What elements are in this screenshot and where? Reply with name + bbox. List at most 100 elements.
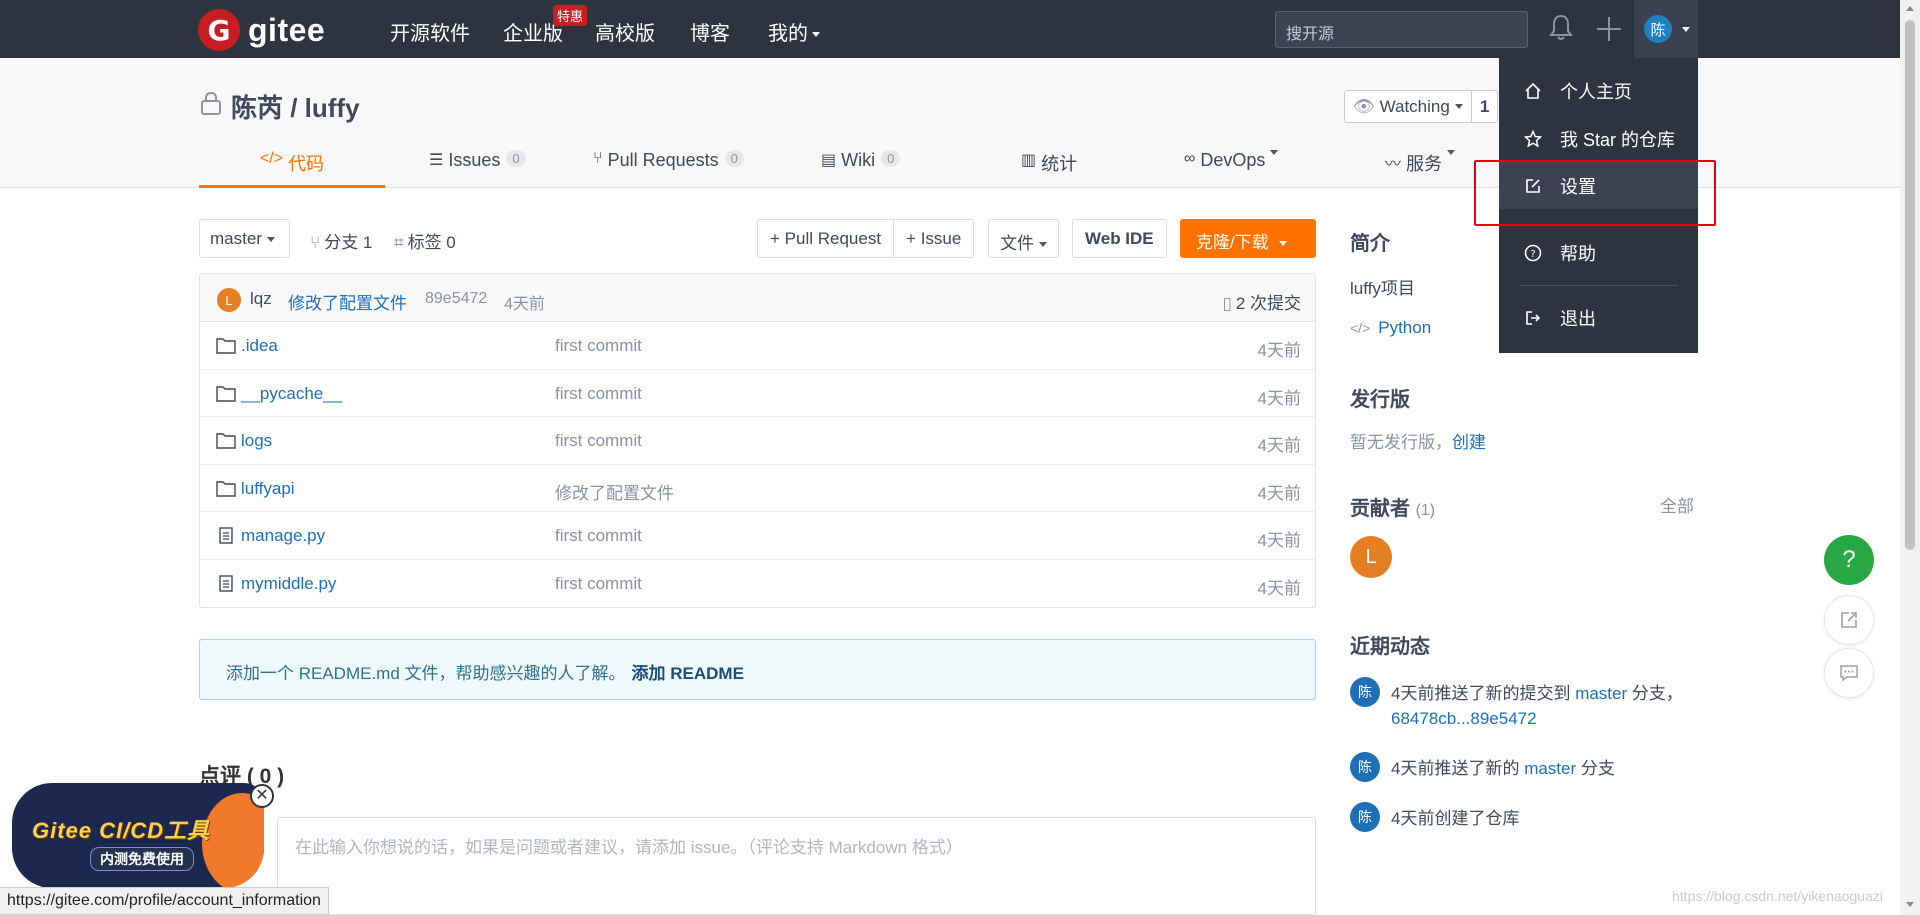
commit-count-link[interactable]: ▯ 2 次提交 (1222, 289, 1301, 314)
scroll-down-icon[interactable] (1906, 902, 1914, 907)
avatar[interactable]: L (217, 288, 241, 312)
branches-link[interactable]: ⑂ 分支 1 (310, 228, 372, 253)
scroll-up-icon[interactable] (1906, 6, 1914, 11)
search-input[interactable]: 搜开源 (1275, 11, 1528, 48)
tags-link[interactable]: ⌗ 标签 0 (394, 228, 456, 253)
watch-count[interactable]: 1 (1470, 91, 1497, 122)
contributors-all-link[interactable]: 全部 (1660, 492, 1694, 517)
commit-message[interactable]: 修改了配置文件 (288, 289, 407, 314)
intro-text: luffy项目 (1350, 279, 1415, 298)
activity-text: 分支 (1576, 759, 1615, 778)
tab-wiki[interactable]: ▤ Wiki 0 (821, 146, 901, 188)
ci-cd-promo-banner[interactable]: Gitee CI/CD工具 内测免费使用 (12, 783, 264, 888)
watermark: https://blog.csdn.net/yikenaoguazi (1672, 888, 1883, 904)
commit-author[interactable]: lqz (250, 289, 272, 309)
activity-item: 4天前创建了仓库 (1391, 806, 1711, 831)
scroll-thumb[interactable] (1905, 20, 1915, 550)
table-row[interactable]: logs first commit 4天前 (200, 417, 1315, 465)
file-time: 4天前 (1257, 578, 1301, 598)
avatar[interactable]: 陈 (1350, 677, 1380, 707)
table-row[interactable]: manage.py first commit 4天前 (200, 512, 1315, 560)
create-release-link[interactable]: 创建 (1452, 433, 1486, 452)
activity-text: 分支， (1627, 684, 1683, 703)
infinity-icon: ∞ (1184, 150, 1196, 167)
file-name[interactable]: manage.py (241, 526, 325, 546)
highlight-box (1474, 160, 1716, 226)
plus-icon[interactable] (1597, 17, 1621, 41)
nav-education[interactable]: 高校版 (595, 17, 655, 46)
repo-title[interactable]: 陈芮 / luffy (231, 88, 360, 125)
file-name[interactable]: logs (241, 431, 272, 451)
file-name[interactable]: .idea (241, 336, 278, 356)
file-commit-message[interactable]: first commit (555, 336, 642, 356)
comment-input[interactable]: 在此输入你想说的话，如果是问题或者建议，请添加 issue。（评论支持 Mark… (277, 817, 1316, 915)
new-issue-button[interactable]: + Issue (893, 220, 973, 257)
chevron-down-icon (1270, 150, 1279, 155)
branch-select[interactable]: master (199, 219, 290, 258)
tab-label: DevOps (1200, 150, 1266, 170)
clone-download-button[interactable]: 克隆/下载 (1180, 219, 1316, 258)
activity-branch-link[interactable]: master (1575, 684, 1627, 703)
menu-item-starred[interactable]: 我 Star 的仓库 (1499, 115, 1698, 162)
file-commit-message[interactable]: first commit (555, 384, 642, 404)
commit-hash[interactable]: 89e5472 (425, 290, 487, 308)
clone-label: 克隆/下载 (1196, 233, 1269, 252)
web-ide-button[interactable]: Web IDE (1072, 219, 1167, 258)
activity-text: 4天前推送了新的 (1391, 759, 1525, 778)
add-readme-link[interactable]: 添加 README (632, 664, 744, 683)
activity-compare-link[interactable]: 68478cb...89e5472 (1391, 709, 1537, 728)
nav-mine-dropdown[interactable]: 我的 (768, 17, 820, 46)
folder-icon (216, 338, 236, 354)
folder-icon (216, 481, 236, 497)
file-commit-message[interactable]: first commit (555, 526, 642, 546)
page-scrollbar[interactable] (1900, 0, 1920, 915)
new-pull-request-button[interactable]: + Pull Request (758, 220, 893, 257)
avatar[interactable]: L (1350, 536, 1392, 578)
gitee-logo-icon: G (198, 9, 240, 51)
tab-label: Issues (448, 150, 501, 170)
tab-code[interactable]: </> 代码 (199, 146, 385, 188)
file-time: 4天前 (1257, 531, 1301, 551)
user-menu-button[interactable]: 陈 (1634, 0, 1698, 58)
table-row[interactable]: mymiddle.py first commit 4天前 (200, 560, 1315, 608)
file-time: 4天前 (1257, 341, 1301, 360)
close-icon[interactable]: ✕ (250, 784, 274, 808)
tab-label: 代码 (288, 154, 325, 174)
watch-button[interactable]: 👁 Watching 1 (1344, 90, 1499, 123)
file-commit-message[interactable]: first commit (555, 574, 642, 594)
tab-stats[interactable]: ▥ 统计 (1021, 146, 1077, 188)
feedback-button[interactable] (1824, 648, 1874, 698)
file-menu-button[interactable]: 文件 (988, 219, 1059, 258)
avatar[interactable]: 陈 (1350, 802, 1380, 832)
table-row[interactable]: luffyapi 修改了配置文件 4天前 (200, 465, 1315, 513)
nav-mine-label: 我的 (768, 23, 808, 45)
nav-open-source[interactable]: 开源软件 (390, 17, 470, 46)
file-name[interactable]: __pycache__ (241, 384, 342, 404)
table-row[interactable]: .idea first commit 4天前 (200, 322, 1315, 370)
tab-services[interactable]: 〰服务 (1385, 146, 1456, 188)
help-button[interactable]: ? (1824, 535, 1874, 585)
bell-icon[interactable] (1548, 14, 1574, 42)
file-name[interactable]: mymiddle.py (241, 574, 336, 594)
table-row[interactable]: __pycache__ first commit 4天前 (200, 370, 1315, 418)
activity-branch-link[interactable]: master (1524, 759, 1576, 778)
file-name[interactable]: luffyapi (241, 479, 295, 499)
tab-pull-requests[interactable]: ⑂ Pull Requests 0 (593, 146, 744, 188)
tab-label: Wiki (841, 150, 876, 170)
activity-text: 4天前推送了新的提交到 (1391, 684, 1576, 703)
menu-item-logout[interactable]: 退出 (1499, 294, 1698, 341)
share-button[interactable] (1824, 595, 1874, 645)
chevron-down-icon (1039, 242, 1047, 248)
tab-issues[interactable]: ☰ Issues 0 (429, 146, 526, 188)
avatar[interactable]: 陈 (1350, 752, 1380, 782)
language-link[interactable]: Python (1378, 318, 1431, 337)
tab-devops[interactable]: ∞ DevOps (1184, 146, 1279, 188)
release-title: 发行版 (1350, 389, 1410, 411)
file-commit-message[interactable]: 修改了配置文件 (555, 479, 674, 504)
menu-item-help[interactable]: ? 帮助 (1499, 229, 1698, 276)
file-commit-message[interactable]: first commit (555, 431, 642, 451)
gitee-logo[interactable]: G gitee (198, 9, 325, 51)
menu-item-profile[interactable]: 个人主页 (1499, 67, 1698, 114)
nav-blog[interactable]: 博客 (690, 17, 730, 46)
intro-title: 简介 (1350, 233, 1390, 255)
